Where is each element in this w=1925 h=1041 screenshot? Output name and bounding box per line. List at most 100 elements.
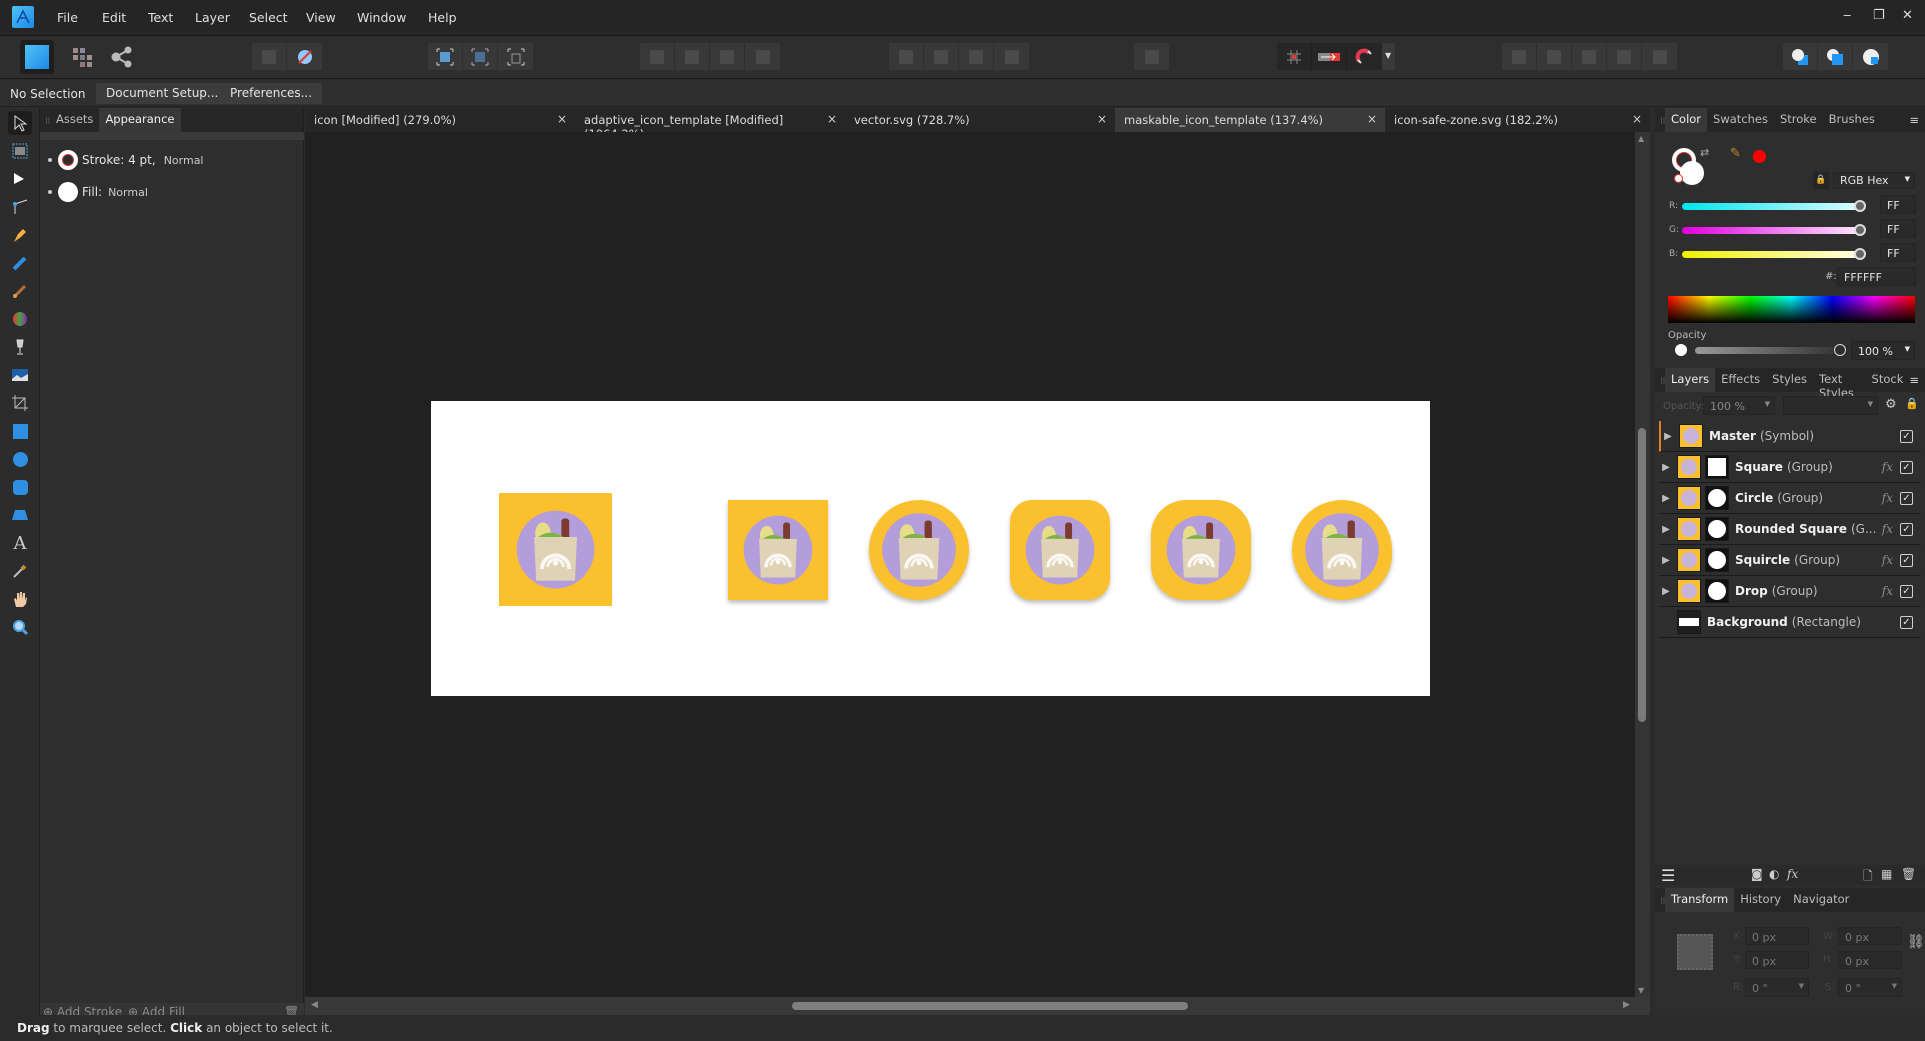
scroll-right-icon[interactable]: ▶ (1623, 1000, 1630, 1010)
close-tab-icon[interactable]: × (1097, 112, 1107, 126)
move-back-button[interactable] (675, 43, 710, 70)
link-aspect-icon[interactable]: ⛓ (1907, 934, 1925, 950)
tab-stroke[interactable]: Stroke (1774, 108, 1823, 132)
no-color-icon[interactable] (1674, 174, 1683, 183)
transparency-tool[interactable] (8, 335, 32, 359)
select-none-button[interactable] (463, 43, 498, 70)
tab-appearance[interactable]: Appearance (99, 108, 181, 132)
panel-menu-icon[interactable]: ≡ (1909, 373, 1919, 387)
stroke-swatch-icon[interactable] (58, 150, 78, 170)
app-icon-square[interactable] (728, 500, 828, 600)
fill-blend-mode[interactable]: Normal (108, 186, 148, 199)
artboard-tool[interactable] (8, 139, 32, 163)
node-tool[interactable] (8, 167, 32, 191)
delete-layer-icon[interactable]: 🗑 (1901, 867, 1916, 881)
menu-layer[interactable]: Layer (195, 10, 230, 25)
create-symbol-button[interactable] (252, 43, 287, 70)
scroll-left-icon[interactable]: ◀ (311, 1000, 318, 1010)
menu-text[interactable]: Text (148, 10, 173, 25)
blue-slider[interactable] (1682, 248, 1866, 260)
move-tool[interactable] (8, 111, 32, 135)
app-icon-squircle[interactable] (1151, 500, 1251, 600)
blend-mode-dropdown[interactable]: ▼ (1783, 396, 1878, 415)
document-setup-button[interactable]: Document Setup... (96, 83, 229, 104)
detach-symbol-button[interactable] (287, 43, 322, 70)
snapping-toggle-button[interactable] (1347, 43, 1382, 70)
align-button[interactable] (1134, 43, 1169, 70)
fill-color-well[interactable] (1680, 161, 1704, 185)
add-layer-icon[interactable]: 🗋 (1863, 867, 1873, 888)
rectangle-tool[interactable] (8, 419, 32, 443)
designer-persona-button[interactable] (20, 40, 54, 74)
tab-stock[interactable]: Stock (1866, 368, 1910, 392)
snapping-options-dropdown[interactable]: ▼ (1382, 43, 1395, 70)
visibility-checkbox[interactable]: ✓ (1900, 491, 1913, 505)
scroll-down-icon[interactable]: ▼ (1638, 986, 1644, 995)
menu-help[interactable]: Help (428, 10, 457, 25)
app-icon-drop[interactable] (1292, 500, 1392, 600)
blue-value-field[interactable]: FF (1880, 243, 1916, 262)
panel-menu-icon[interactable]: ≡ (1909, 113, 1919, 127)
vertical-scrollbar[interactable]: ▲ ▼ (1635, 132, 1650, 997)
move-to-back-button[interactable] (640, 43, 675, 70)
flip-vertical-button[interactable] (994, 43, 1029, 70)
insert-top-button[interactable] (1818, 43, 1853, 70)
hex-value-field[interactable]: FFFFFF (1837, 267, 1916, 286)
panel-grip-icon[interactable]: ॥ (40, 113, 51, 128)
panel-grip-icon[interactable]: ॥ (1655, 113, 1666, 128)
fx-icon[interactable]: fx (1787, 867, 1798, 881)
close-tab-icon[interactable]: × (1632, 112, 1642, 126)
intersect-boolean-button[interactable] (1572, 43, 1607, 70)
export-persona-button[interactable] (110, 46, 134, 68)
view-tool[interactable] (8, 587, 32, 611)
insert-inside-button[interactable] (1853, 43, 1888, 70)
visibility-checkbox[interactable]: ✓ (1900, 460, 1913, 474)
expand-arrow-icon[interactable]: ▶ (1661, 431, 1675, 442)
rotate-right-button[interactable] (924, 43, 959, 70)
move-to-front-button[interactable] (745, 43, 780, 70)
fx-icon[interactable]: fx (1882, 491, 1893, 505)
layer-row[interactable]: ▶ Drop (Group) fx ✓ (1659, 576, 1921, 607)
expand-arrow-icon[interactable]: ▶ (1659, 586, 1673, 597)
layer-row[interactable]: ▶ Squircle (Group) fx ✓ (1659, 545, 1921, 576)
mask-layer-icon[interactable]: ◙ (1751, 867, 1763, 881)
opacity-field[interactable]: 100 % ▼ (1851, 341, 1915, 360)
snap-move-button[interactable] (1312, 43, 1347, 70)
crop-tool[interactable] (8, 391, 32, 415)
adjustment-icon[interactable]: ◐ (1769, 867, 1779, 881)
subtract-boolean-button[interactable] (1537, 43, 1572, 70)
picked-color-swatch[interactable] (1753, 150, 1766, 163)
eyedropper-icon[interactable]: ✎ (1730, 146, 1741, 161)
close-tab-icon[interactable]: × (827, 112, 837, 126)
minimize-button[interactable]: ‒ (1843, 8, 1851, 23)
fill-row[interactable]: Fill: Normal (48, 182, 148, 202)
stroke-blend-mode[interactable]: Normal (164, 154, 204, 167)
menu-view[interactable]: View (306, 10, 336, 25)
visibility-checkbox[interactable]: ✓ (1900, 615, 1913, 629)
visibility-checkbox[interactable]: ✓ (1900, 553, 1913, 567)
tab-assets[interactable]: Assets (50, 108, 99, 132)
green-slider[interactable] (1682, 224, 1866, 236)
close-tab-icon[interactable]: × (1367, 112, 1377, 126)
stroke-row[interactable]: Stroke: 4 pt, Normal (48, 150, 204, 170)
tab-layers[interactable]: Layers (1665, 368, 1716, 392)
doc-tab-icon[interactable]: icon [Modified] (279.0%) × (305, 108, 575, 132)
fx-icon[interactable]: fx (1882, 584, 1893, 598)
place-image-tool[interactable] (8, 363, 32, 387)
expand-arrow-icon[interactable]: ▶ (1659, 462, 1673, 473)
menu-file[interactable]: File (57, 10, 78, 25)
layer-row[interactable]: ▶ Square (Group) fx ✓ (1659, 452, 1921, 483)
layer-row[interactable]: Background (Rectangle) ✓ (1659, 607, 1921, 638)
layers-stack-icon[interactable]: ☰ (1661, 866, 1675, 885)
color-mode-dropdown[interactable]: RGB Hex ▼ (1833, 172, 1915, 189)
shear-field[interactable]: 0 ° ▼ (1838, 978, 1902, 997)
vector-brush-tool[interactable] (8, 279, 32, 303)
fx-icon[interactable]: fx (1882, 522, 1893, 536)
fill-swatch-icon[interactable] (58, 182, 78, 202)
close-tab-icon[interactable]: × (557, 112, 567, 126)
canvas[interactable] (305, 132, 1635, 997)
close-window-button[interactable]: ✕ (1902, 8, 1913, 23)
invert-selection-button[interactable] (498, 43, 533, 70)
divide-boolean-button[interactable] (1642, 43, 1677, 70)
color-picker-tool[interactable] (8, 559, 32, 583)
